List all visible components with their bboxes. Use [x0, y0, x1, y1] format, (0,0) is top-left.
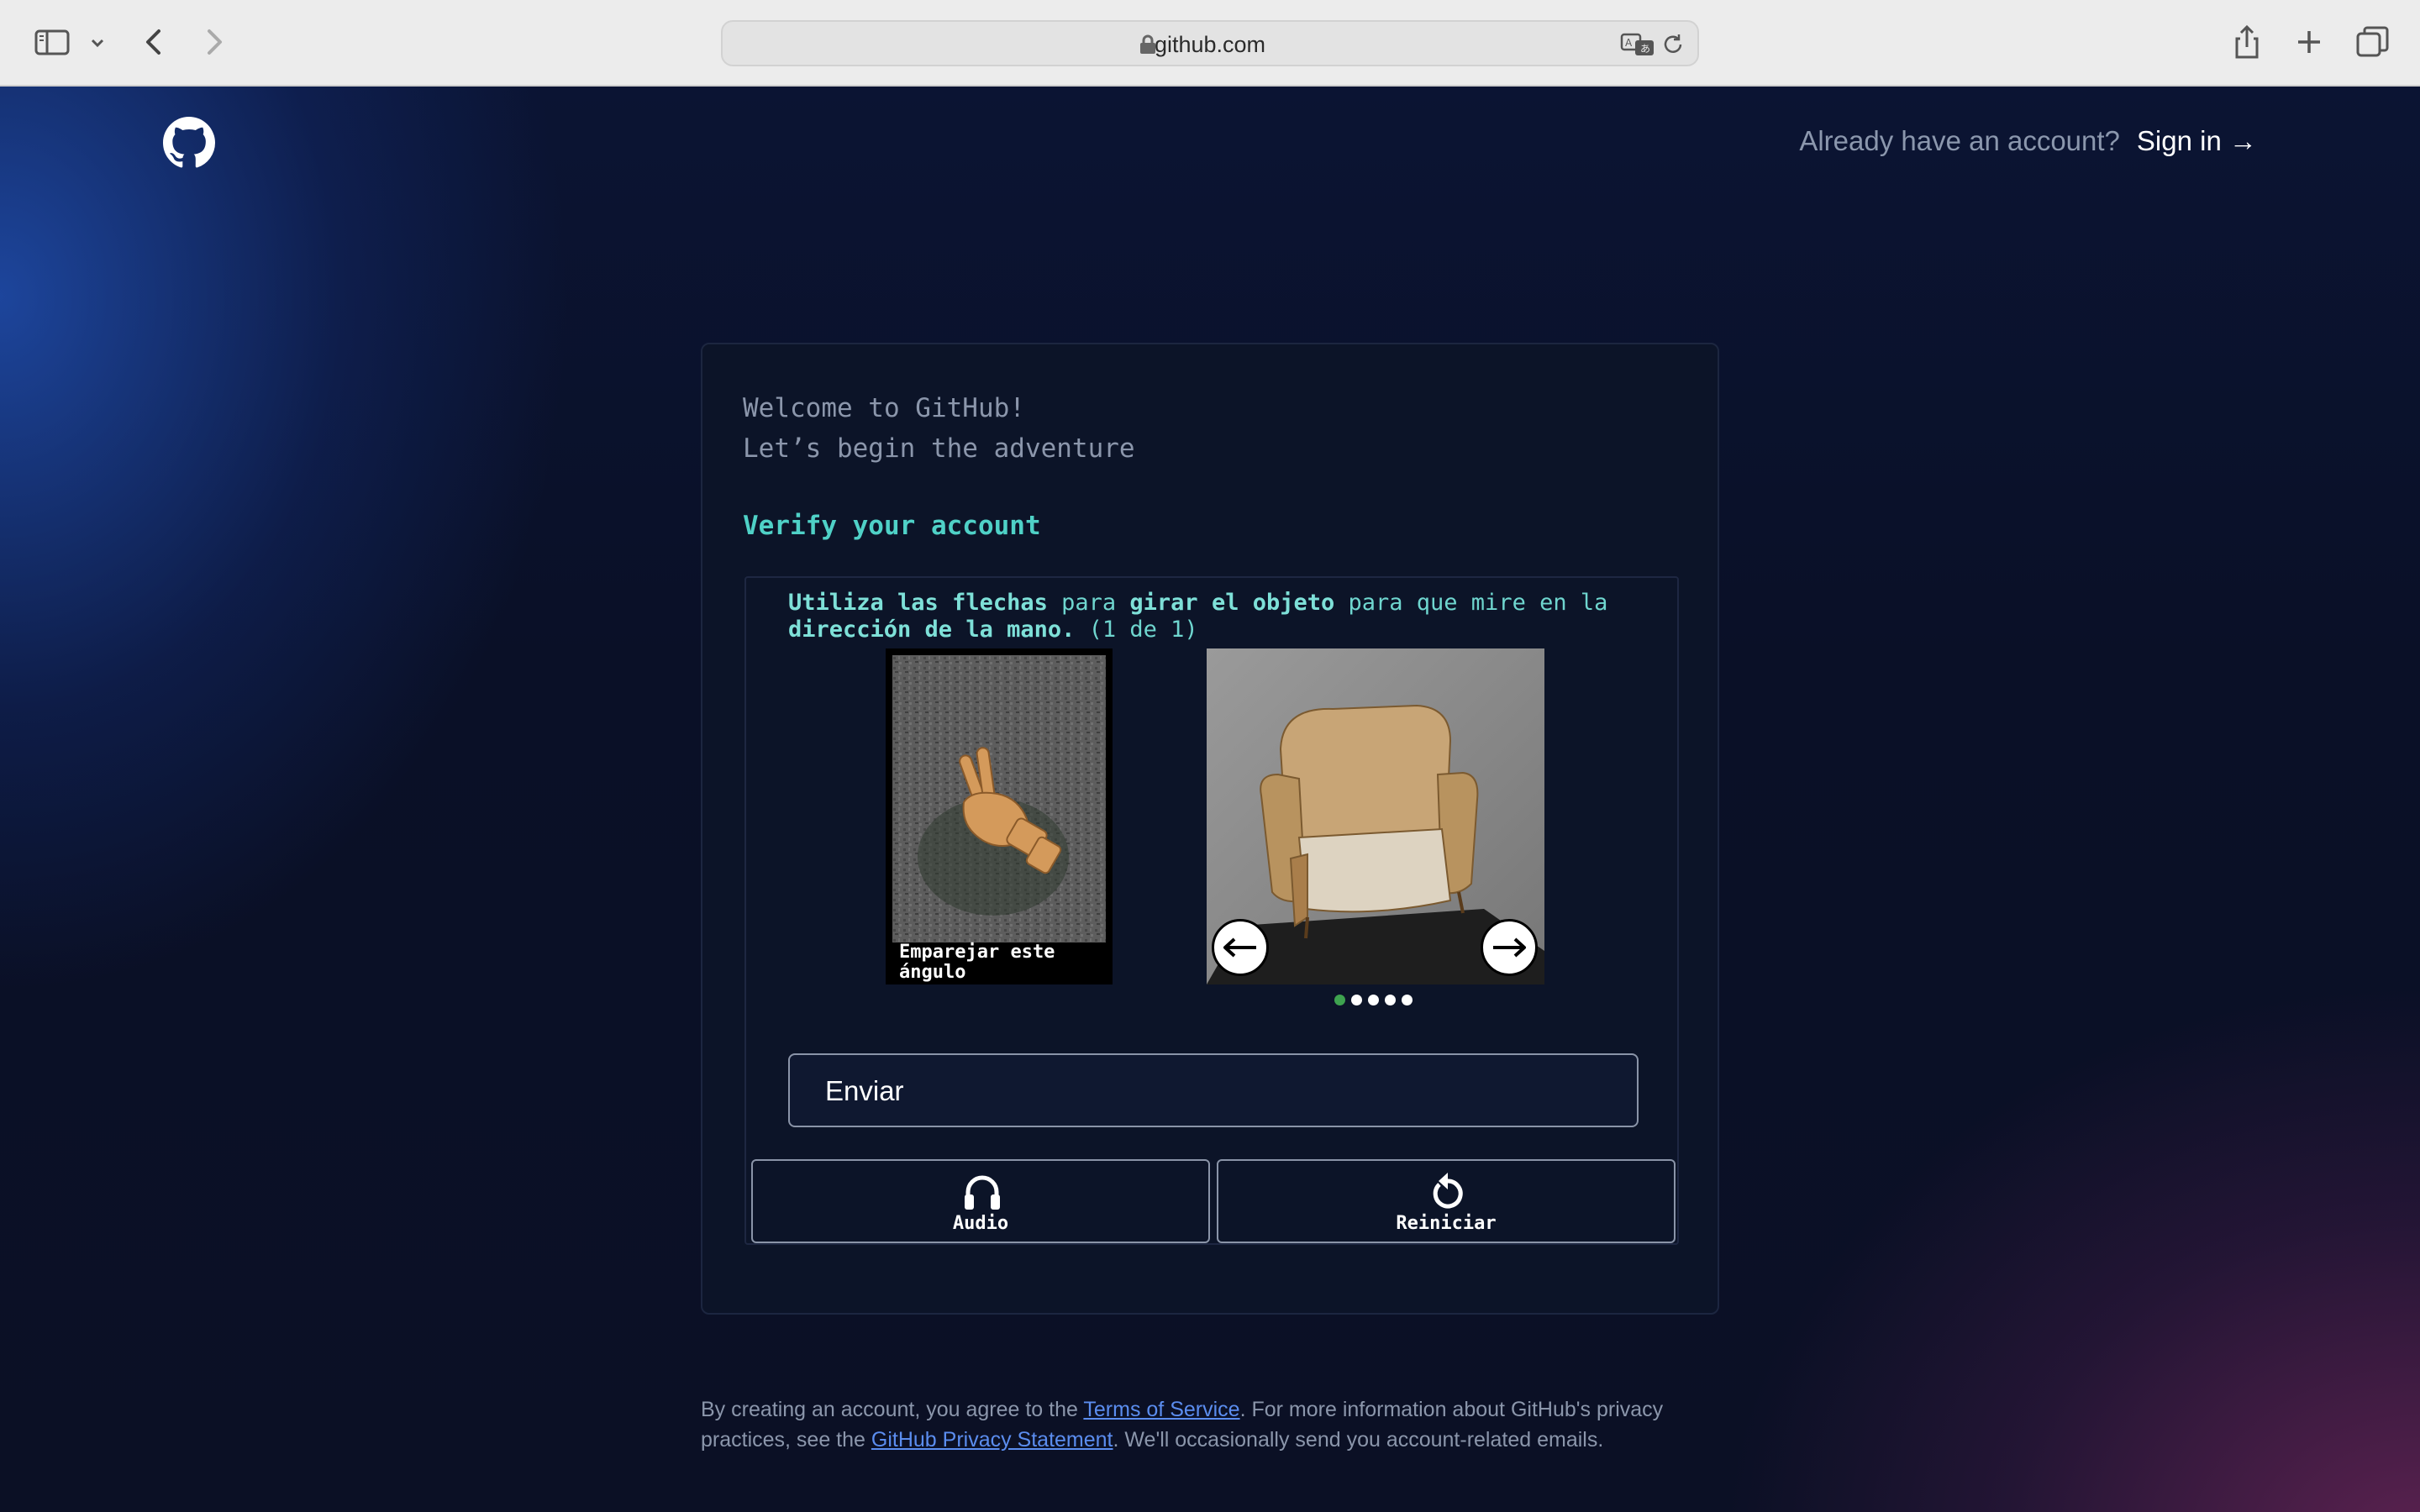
rotatable-object-panel	[1207, 648, 1544, 984]
url-text: github.com	[1154, 32, 1266, 57]
audio-button[interactable]: Audio	[751, 1159, 1210, 1243]
sidebar-icon[interactable]	[32, 22, 72, 62]
svg-text:A: A	[1625, 37, 1633, 49]
submit-button[interactable]: Enviar	[788, 1053, 1639, 1127]
instr-part-5: dirección de la mano.	[788, 617, 1076, 643]
svg-text:あ: あ	[1640, 43, 1650, 55]
browser-toolbar: github.com A あ	[0, 0, 2420, 87]
progress-dot	[1385, 995, 1396, 1005]
captcha-panel: Utiliza las flechas para girar el objeto…	[744, 576, 1679, 1245]
instr-part-2: para	[1047, 590, 1130, 616]
signin-prompt-text: Already have an account?	[1799, 125, 2120, 156]
privacy-statement-link[interactable]: GitHub Privacy Statement	[871, 1428, 1113, 1452]
welcome-text: Welcome to GitHub! Let’s begin the adven…	[743, 388, 1135, 469]
reload-icon[interactable]	[1660, 32, 1686, 57]
chevron-down-icon[interactable]	[82, 22, 113, 62]
verify-title: Verify your account	[743, 511, 1041, 541]
legal-text-1: By creating an account, you agree to the	[701, 1398, 1084, 1421]
instr-part-6: (1 de 1)	[1075, 617, 1198, 643]
signup-page: Already have an account? Sign in → Welcom…	[0, 87, 2420, 1512]
wooden-hand-pointing-icon	[892, 655, 1106, 942]
progress-dot	[1351, 995, 1362, 1005]
instr-part-1: Utiliza las flechas	[788, 590, 1048, 616]
reset-button[interactable]: Reiniciar	[1217, 1159, 1676, 1243]
reset-label: Reiniciar	[1396, 1213, 1497, 1234]
legal-text-3: . We'll occasionally send you account-re…	[1113, 1428, 1604, 1452]
rotate-left-button[interactable]	[1212, 919, 1269, 976]
progress-dots	[1334, 995, 1418, 1008]
instr-part-4: para que mire en la	[1334, 590, 1608, 616]
tabs-overview-icon[interactable]	[2353, 22, 2393, 62]
instr-part-3: girar el objeto	[1129, 590, 1335, 616]
legal-notice: By creating an account, you agree to the…	[701, 1394, 1726, 1455]
terms-of-service-link[interactable]: Terms of Service	[1083, 1398, 1239, 1421]
progress-dot	[1334, 995, 1345, 1005]
arrow-right-icon	[1493, 937, 1526, 958]
signin-prompt: Already have an account? Sign in →	[1799, 125, 2257, 157]
back-icon[interactable]	[134, 22, 175, 62]
signin-link[interactable]: Sign in →	[2137, 125, 2257, 156]
address-bar[interactable]: github.com A あ	[721, 20, 1699, 66]
progress-dot	[1368, 995, 1379, 1005]
reset-icon	[1433, 1173, 1463, 1209]
captcha-instructions: Utiliza las flechas para girar el objeto…	[788, 590, 1662, 643]
rotate-right-button[interactable]	[1481, 919, 1538, 976]
new-tab-icon[interactable]	[2289, 22, 2329, 62]
github-mark-icon[interactable]	[163, 117, 215, 169]
signup-card: Welcome to GitHub! Let’s begin the adven…	[701, 343, 1719, 1315]
headphones-icon	[965, 1175, 1000, 1210]
reference-image-panel: Emparejar este ángulo	[886, 648, 1113, 984]
welcome-line-1: Welcome to GitHub!	[743, 393, 1025, 423]
submit-label: Enviar	[825, 1075, 904, 1106]
translate-icon[interactable]: A あ	[1620, 32, 1655, 57]
progress-dot	[1402, 995, 1413, 1005]
welcome-line-2: Let’s begin the adventure	[743, 433, 1135, 464]
forward-icon[interactable]	[193, 22, 234, 62]
reference-caption: Emparejar este ángulo	[899, 942, 1055, 983]
share-icon[interactable]	[2227, 22, 2267, 62]
audio-label: Audio	[952, 1213, 1009, 1234]
arrow-left-icon	[1223, 937, 1256, 958]
